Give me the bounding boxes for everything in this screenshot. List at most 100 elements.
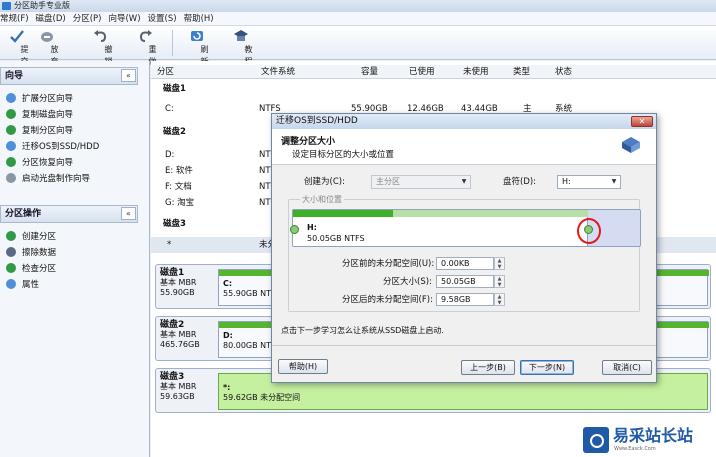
wizard-collapse-button[interactable]: «	[121, 69, 136, 82]
watermark-subtext: Www.Easck.Com	[614, 446, 656, 452]
partition-capacity-bar	[293, 210, 588, 217]
extend-wizard-icon	[6, 93, 16, 103]
sidebar-item-label: 迁移OS到SSD/HDD	[22, 142, 100, 152]
unallocated-before-input[interactable]: 0.00KB ▲ ▼	[436, 257, 505, 270]
sidebar-item-label: 属性	[22, 280, 40, 290]
unallocated-before-label: 分区前的未分配空间(U):	[342, 259, 435, 269]
sidebar-item-copy-disk[interactable]: 复制磁盘向导	[6, 107, 73, 121]
window-titlebar: 分区助手专业版	[0, 0, 716, 12]
refresh-button[interactable]: 刷新	[182, 29, 212, 66]
sidebar-item-copy-partition[interactable]: 复制分区向导	[6, 123, 73, 137]
menu-wizard[interactable]: 向导(W)	[108, 12, 147, 25]
menu-disk[interactable]: 磁盘(D)	[36, 12, 73, 25]
create-as-value: 主分区	[376, 177, 400, 186]
col-used[interactable]: 已使用	[409, 65, 435, 79]
sidebar-item-wipe-data[interactable]: 擦除数据	[6, 245, 56, 259]
hint-text: 点击下一步学习怎么让系统从SSD磁盘上启动.	[281, 326, 444, 335]
undo-button[interactable]: 撤销	[86, 29, 116, 66]
partition-ops-section-header[interactable]: 分区操作	[0, 205, 138, 223]
migrate-os-icon	[6, 141, 16, 151]
menu-help[interactable]: 帮助(H)	[184, 12, 221, 25]
discard-button[interactable]: 放弃	[32, 29, 62, 66]
spin-arrows-icon[interactable]: ▲ ▼	[494, 257, 505, 270]
check-partition-icon	[6, 263, 16, 273]
menu-partition[interactable]: 分区(P)	[73, 12, 109, 25]
disk-info: 磁盘1 基本 MBR 55.90GB	[160, 268, 197, 298]
sidebar-item-extend-wizard[interactable]: 扩展分区向导	[6, 91, 73, 105]
sidebar-item-create-partition[interactable]: 创建分区	[6, 229, 56, 243]
cancel-button[interactable]: 取消(C)	[602, 360, 652, 375]
col-type[interactable]: 类型	[513, 65, 530, 79]
menu-settings[interactable]: 设置(S)	[148, 12, 184, 25]
close-button[interactable]: ✕	[631, 116, 653, 127]
dialog-title: 迁移OS到SSD/HDD	[276, 116, 358, 126]
partition-block[interactable]: H: 50.05GB NTFS	[293, 210, 588, 246]
col-capacity[interactable]: 容量	[361, 65, 378, 79]
wizard-section-header[interactable]: 向导	[0, 67, 138, 85]
toolbar-separator	[172, 30, 173, 56]
sidebar-item-label: 分区恢复向导	[22, 158, 74, 168]
commit-button[interactable]: 提交	[2, 29, 32, 66]
bootable-cd-icon	[6, 173, 16, 183]
dialog-titlebar[interactable]: 迁移OS到SSD/HDD ✕	[272, 114, 656, 129]
toolbar: 提交 放弃 撤销 重做 刷新 教程	[0, 26, 716, 66]
left-resize-handle[interactable]	[290, 225, 299, 234]
back-button[interactable]: 上一步(B)	[461, 360, 515, 375]
sidebar-item-label: 擦除数据	[22, 248, 57, 258]
spin-arrows-icon[interactable]: ▲ ▼	[494, 293, 505, 306]
chevron-down-icon: ▼	[611, 178, 617, 185]
create-as-label: 创建为(C):	[304, 177, 345, 187]
partition-size-label: 分区大小(S):	[383, 277, 432, 287]
redo-button[interactable]: 重做	[130, 29, 160, 66]
drive-letter-select[interactable]: H: ▼	[557, 175, 621, 189]
partition-ops-collapse-button[interactable]: «	[121, 207, 136, 220]
disk3-label: 磁盘3	[163, 219, 186, 229]
menu-general[interactable]: 常规(F)	[0, 12, 36, 25]
create-as-select[interactable]: 主分区 ▼	[371, 175, 471, 189]
commit-check-icon	[10, 30, 24, 43]
site-watermark: 易采站长站 Www.Easck.Com	[581, 424, 716, 457]
sidebar-item-label: 复制磁盘向导	[22, 110, 74, 120]
unallocated-before-value: 0.00KB	[441, 259, 470, 268]
disk-size: 465.76GB	[160, 340, 200, 349]
menubar: 常规(F) 磁盘(D) 分区(P) 向导(W) 设置(S) 帮助(H)	[0, 12, 716, 26]
partition-used-fill	[293, 210, 394, 217]
unallocated-after-input[interactable]: 9.58GB ▲ ▼	[436, 293, 505, 306]
cell-partition: F: 文档	[165, 182, 192, 192]
partition-size-input[interactable]: 50.05GB ▲ ▼	[436, 275, 505, 288]
dialog-subheading: 设定目标分区的大小或位置	[292, 150, 395, 160]
cell-partition: *	[167, 240, 172, 250]
size-position-group-title: 大小和位置	[300, 194, 344, 205]
spin-arrows-icon[interactable]: ▲ ▼	[494, 275, 505, 288]
help-button[interactable]: 帮助(H)	[278, 359, 328, 374]
partition-table-header: 分区 文件系统 容量 已使用 未使用 类型 状态	[151, 65, 716, 79]
cell-partition: E: 软件	[165, 166, 193, 176]
col-filesystem[interactable]: 文件系统	[261, 65, 295, 79]
drive-letter-label: 盘符(D):	[503, 177, 537, 187]
sidebar-item-properties[interactable]: 属性	[6, 277, 39, 291]
window-title: 分区助手专业版	[14, 1, 70, 10]
sidebar-item-migrate-os[interactable]: 迁移OS到SSD/HDD	[6, 139, 99, 153]
col-partition[interactable]: 分区	[157, 65, 174, 79]
wizard-section-title: 向导	[5, 71, 24, 81]
disk-type: 基本 MBR	[160, 382, 197, 391]
sidebar-item-bootable-cd[interactable]: 启动光盘制作向导	[6, 171, 90, 185]
sidebar-item-partition-recovery[interactable]: 分区恢复向导	[6, 155, 73, 169]
drive-letter-value: H:	[562, 177, 571, 186]
disk-group-header: 磁盘1	[151, 81, 716, 97]
migrate-os-dialog: 迁移OS到SSD/HDD ✕ 调整分区大小 设定目标分区的大小或位置 创建为(C…	[271, 113, 657, 383]
disk-size: 59.63GB	[160, 392, 195, 401]
disk-type: 基本 MBR	[160, 278, 197, 287]
highlight-circle	[577, 218, 601, 244]
sidebar-item-check-partition[interactable]: 检查分区	[6, 261, 56, 275]
cell-partition: C:	[165, 104, 174, 114]
redo-icon	[139, 30, 152, 42]
partition-info: 50.05GB NTFS	[307, 234, 365, 243]
tutorial-button[interactable]: 教程	[226, 29, 256, 66]
disk-name: 磁盘3	[160, 372, 185, 382]
col-free[interactable]: 未使用	[463, 65, 489, 79]
disk-info: 磁盘2 基本 MBR 465.76GB	[160, 320, 200, 350]
next-button[interactable]: 下一步(N)	[520, 360, 574, 375]
copy-partition-icon	[6, 125, 16, 135]
col-status[interactable]: 状态	[555, 65, 572, 79]
